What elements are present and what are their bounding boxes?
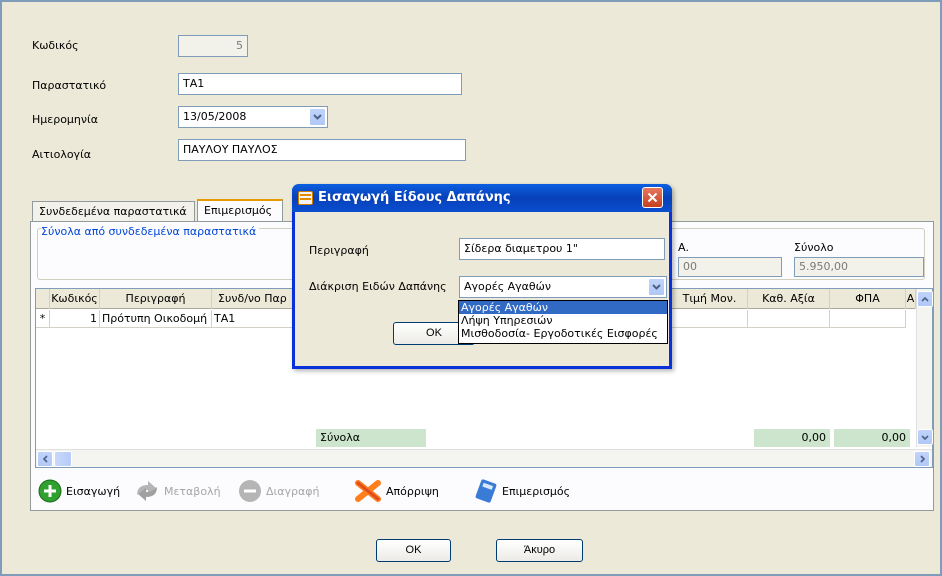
code-label: Κωδικός — [32, 39, 79, 52]
doc-field[interactable]: ΤΑ1 — [178, 73, 462, 95]
grid-header-marker — [36, 289, 50, 309]
row-code[interactable]: 1 — [50, 310, 100, 328]
scroll-down-icon[interactable] — [917, 429, 933, 445]
doc-label: Παραστατικό — [32, 79, 107, 92]
date-combo[interactable]: 13/05/2008 — [178, 106, 328, 128]
row-description[interactable]: Πρότυπη Οικοδομή — [100, 310, 212, 328]
reject-label: Απόρριψη — [386, 484, 439, 498]
row-vat[interactable] — [830, 310, 906, 328]
col-net-value[interactable]: Καθ. Αξία — [748, 289, 830, 309]
edit-label: Μεταβολή — [164, 484, 221, 498]
main-window: Κωδικός 5 Παραστατικό ΤΑ1 Ημερομηνία 13/… — [0, 0, 942, 576]
reason-label: Αιτιολογία — [32, 148, 92, 161]
remove-icon — [239, 480, 261, 502]
col-vat[interactable]: ΦΠΑ — [830, 289, 906, 309]
row-linked-doc[interactable]: ΤΑ1 — [212, 310, 294, 328]
dialog-title: Εισαγωγή Είδους Δαπάνης — [318, 190, 511, 205]
col-unit-price[interactable]: Τιμή Μον. — [672, 289, 748, 309]
row-marker: * — [36, 310, 50, 328]
dropdown-option[interactable]: Μισθοδοσία- Εργοδοτικές Εισφορές — [459, 327, 667, 340]
code-field[interactable]: 5 — [178, 35, 248, 57]
hscroll-thumb[interactable] — [54, 451, 72, 467]
insert-label: Εισαγωγή — [66, 484, 121, 498]
grid-vscroll[interactable] — [916, 289, 933, 447]
total-label: Σύνολο — [794, 241, 834, 254]
edit-button[interactable]: Μεταβολή — [134, 478, 221, 504]
calculator-icon — [475, 479, 497, 503]
add-icon — [38, 479, 62, 503]
dialog-title-bar[interactable]: Εισαγωγή Είδους Δαπάνης — [292, 184, 672, 212]
scroll-right-icon[interactable] — [914, 451, 930, 467]
row-net-value[interactable] — [748, 310, 830, 328]
reject-button[interactable]: Απόρριψη — [354, 478, 439, 504]
allocate-label: Επιμερισμός — [502, 484, 571, 498]
tab-linked-docs[interactable]: Συνδεδεμένα παραστατικά — [32, 201, 195, 222]
category-dropdown-list[interactable]: Αγορές Αγαθών Λήψη Υπηρεσιών Μισθοδοσία-… — [458, 300, 668, 344]
totals-label: Σύνολα — [316, 429, 426, 447]
dialog-desc-field[interactable]: Σίδερα διαμετρου 1" — [459, 238, 665, 260]
row-unit-price[interactable] — [672, 310, 748, 328]
ok-button[interactable]: OK — [376, 539, 451, 562]
edit-arrows-icon — [137, 481, 157, 501]
col-linked-doc[interactable]: Συνδ/νο Παρ — [212, 289, 294, 309]
chevron-down-icon[interactable] — [309, 108, 326, 126]
dialog-desc-label: Περιγραφή — [309, 244, 369, 257]
tab-allocation[interactable]: Επιμερισμός — [197, 199, 283, 222]
delete-button[interactable]: Διαγραφή — [238, 478, 319, 504]
col-description[interactable]: Περιγραφή — [100, 289, 212, 309]
summary-group-title: Σύνολα από συνδεδεμένα παραστατικά — [41, 225, 260, 238]
reason-field[interactable]: ΠΑΥΛΟΥ ΠΑΥΛΟΣ — [178, 139, 466, 161]
dropdown-option[interactable]: Αγορές Αγαθών — [459, 301, 667, 314]
dialog-category-value: Αγορές Αγαθών — [464, 280, 552, 293]
reject-x-icon — [355, 480, 381, 502]
delete-label: Διαγραφή — [266, 484, 320, 498]
totals-vat: 0,00 — [834, 429, 910, 447]
date-value: 13/05/2008 — [183, 110, 247, 123]
col-code[interactable]: Κωδικός — [50, 289, 100, 309]
dialog-category-combo[interactable]: Αγορές Αγαθών — [459, 276, 667, 298]
grid-hscroll[interactable] — [36, 449, 932, 467]
total-field[interactable]: 5.950,00 — [794, 257, 924, 277]
date-label: Ημερομηνία — [32, 113, 99, 126]
totals-net: 0,00 — [754, 429, 830, 447]
col-extra[interactable]: Α — [906, 289, 916, 309]
insert-button[interactable]: Εισαγωγή — [38, 478, 120, 504]
partial-field[interactable]: 00 — [678, 257, 782, 277]
scroll-up-icon[interactable] — [917, 291, 933, 307]
dialog-category-label: Διάκριση Ειδών Δαπάνης — [309, 280, 447, 293]
allocate-button[interactable]: Επιμερισμός — [474, 478, 570, 504]
scroll-left-icon[interactable] — [37, 451, 53, 467]
app-icon — [298, 191, 313, 205]
close-icon[interactable] — [642, 187, 663, 208]
cancel-button[interactable]: Άκυρο — [496, 539, 583, 562]
dropdown-option[interactable]: Λήψη Υπηρεσιών — [459, 314, 667, 327]
chevron-down-icon[interactable] — [648, 278, 665, 296]
partial-label: Α. — [678, 241, 690, 254]
